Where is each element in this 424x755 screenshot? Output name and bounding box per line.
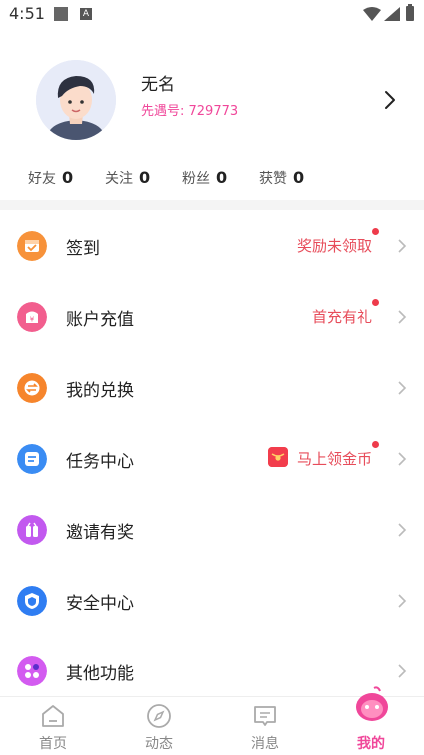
menu-hint: 首充有礼 (311, 308, 372, 326)
stats-row: 好友 0 关注 0 粉丝 0 获赞 0 (0, 168, 424, 192)
menu-label: 账户充值 (66, 310, 134, 330)
menu-label: 我的兑换 (66, 381, 134, 401)
wallet-icon: ¥ (17, 302, 47, 332)
stat-fans[interactable]: 粉丝 0 (182, 168, 227, 188)
nav-home[interactable]: 首页 (0, 697, 106, 755)
profile-chevron-right-icon[interactable] (380, 89, 400, 111)
signal-icon (384, 7, 400, 21)
status-time: 4:51 (9, 4, 45, 23)
stat-friends[interactable]: 好友 0 (28, 168, 73, 188)
stat-label: 粉丝 (182, 171, 210, 187)
status-bar: 4:51 A (0, 0, 424, 28)
home-icon (42, 705, 64, 727)
notification-square-icon (54, 7, 68, 21)
menu-hint: 奖励未领取 (296, 237, 372, 255)
menu-item-security[interactable]: 安全中心 (0, 565, 424, 636)
stat-value: 0 (62, 168, 74, 187)
exchange-icon (17, 373, 47, 403)
menu-item-recharge[interactable]: ¥ 账户充值 首充有礼 (0, 281, 424, 352)
compass-icon (147, 704, 171, 728)
nav-messages[interactable]: 消息 (212, 697, 318, 755)
menu-item-checkin[interactable]: 签到 奖励未领取 (0, 210, 424, 281)
nav-feed[interactable]: 动态 (106, 697, 212, 755)
nav-label: 消息 (251, 736, 279, 752)
menu-label: 签到 (66, 239, 100, 259)
menu-label: 其他功能 (66, 664, 134, 684)
stat-value: 0 (293, 168, 305, 187)
notification-dot (372, 299, 379, 306)
menu-item-exchange[interactable]: 我的兑换 (0, 352, 424, 423)
task-list-icon (17, 444, 47, 474)
svg-text:¥: ¥ (30, 316, 35, 324)
notification-a-icon: A (80, 8, 92, 20)
section-divider (0, 200, 424, 210)
nav-label: 我的 (357, 736, 385, 752)
message-icon (254, 706, 276, 726)
shield-icon (17, 586, 47, 616)
stat-label: 关注 (105, 171, 133, 187)
menu-label: 安全中心 (66, 594, 134, 614)
gift-icon (17, 515, 47, 545)
battery-icon (406, 4, 414, 21)
nav-label: 动态 (145, 736, 173, 752)
chevron-right-icon (398, 381, 407, 395)
chevron-right-icon (398, 310, 407, 324)
nav-mine[interactable]: 我的 (318, 686, 424, 755)
mascot-icon (356, 686, 388, 721)
menu-label: 任务中心 (66, 452, 134, 472)
chevron-right-icon (398, 452, 407, 466)
chevron-right-icon (398, 664, 407, 678)
profile-id: 先遇号: 729773 (141, 104, 239, 119)
stat-likes[interactable]: 获赞 0 (259, 168, 304, 188)
stat-following[interactable]: 关注 0 (105, 168, 150, 188)
menu-hint: 马上领金币 (296, 450, 372, 468)
stat-value: 0 (216, 168, 228, 187)
chevron-right-icon (398, 523, 407, 537)
menu-item-invite[interactable]: 邀请有奖 (0, 494, 424, 565)
avatar[interactable] (36, 60, 116, 140)
menu-item-task-center[interactable]: 任务中心 马上领金币 (0, 423, 424, 494)
apps-icon (17, 656, 47, 686)
avatar-portrait-icon (36, 60, 116, 140)
profile-name: 无名 (141, 75, 175, 95)
stat-label: 获赞 (259, 171, 287, 187)
red-packet-icon (268, 447, 288, 467)
bottom-nav: 首页 动态 消息 我的 (0, 686, 424, 755)
checkin-calendar-icon (17, 231, 47, 261)
chevron-right-icon (398, 594, 407, 608)
menu-label: 邀请有奖 (66, 523, 134, 543)
stat-value: 0 (139, 168, 151, 187)
nav-label: 首页 (39, 736, 67, 752)
wifi-icon (363, 7, 381, 21)
chevron-right-icon (398, 239, 407, 253)
notification-dot (372, 228, 379, 235)
stat-label: 好友 (28, 171, 56, 187)
notification-dot (372, 441, 379, 448)
